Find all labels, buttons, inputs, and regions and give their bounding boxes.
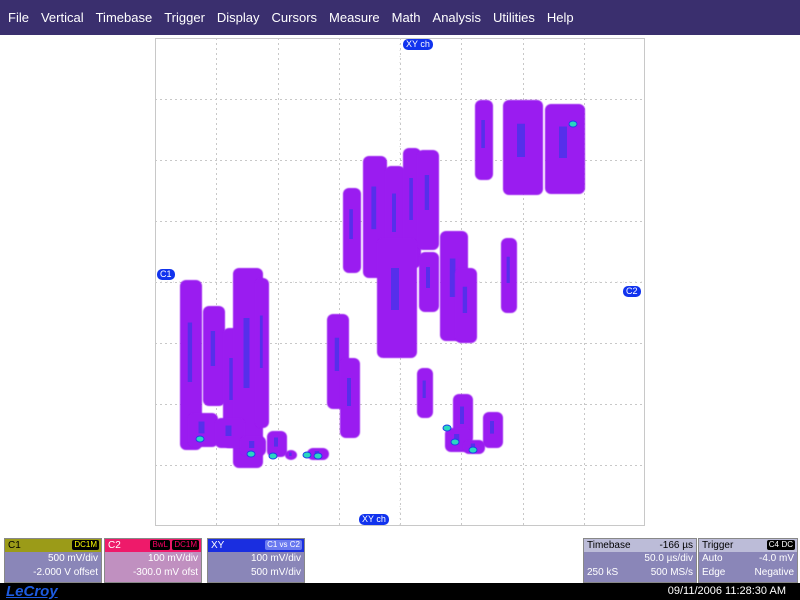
trace-core [259, 315, 263, 368]
timebase-div: 50.0 µs/div [644, 553, 693, 564]
timebase-descriptor[interactable]: Timebase -166 µs 50.0 µs/div 250 kS 500 … [583, 538, 697, 583]
trigger-label: Trigger [702, 540, 734, 551]
trace-peak [246, 450, 256, 458]
trace-core [349, 209, 353, 239]
xy-label: XY [211, 540, 225, 551]
trace-peak [450, 438, 460, 446]
trace-core [409, 178, 413, 220]
trace-core [334, 337, 340, 371]
trace-peak [302, 451, 312, 459]
trace-peak [313, 452, 323, 460]
trace-peak [468, 446, 478, 454]
trace-peak [268, 452, 278, 460]
trace-core [449, 258, 456, 297]
timebase-delay: -166 µs [659, 540, 693, 551]
datetime: 09/11/2006 11:28:30 AM [667, 585, 786, 597]
c1-descriptor[interactable]: C1 DC1M 500 mV/div -2.000 V offset [4, 538, 102, 583]
menu-vertical[interactable]: Vertical [35, 0, 90, 35]
c2-scale: 100 mV/div [147, 553, 198, 564]
timebase-label: Timebase [587, 540, 631, 551]
trace-peak [442, 424, 452, 432]
c1-label: C1 [8, 540, 21, 551]
trace-core [460, 406, 464, 424]
c1-coupling-badge: DC1M [72, 540, 99, 550]
trace-core [210, 331, 216, 366]
trace-core [229, 358, 233, 400]
menu-cursors[interactable]: Cursors [266, 0, 324, 35]
trace-core [274, 437, 278, 447]
menu-bar: File Vertical Timebase Trigger Display Cursor… [0, 0, 800, 35]
trace-core [426, 267, 430, 288]
menu-display[interactable]: Display [211, 0, 266, 35]
trace-core [462, 286, 468, 313]
trace-peak [568, 120, 578, 128]
trigger-descriptor[interactable]: Trigger C4 DC Auto -4.0 mV Edge Negative [698, 538, 798, 583]
xy-plot [155, 38, 645, 526]
menu-trigger[interactable]: Trigger [158, 0, 211, 35]
c2-coupling-badge: DC1M [172, 540, 199, 550]
right-marker[interactable]: C2 [623, 286, 641, 297]
status-footer: LeCroy 09/11/2006 11:28:30 AM [0, 583, 800, 600]
trace-core [371, 186, 377, 230]
menu-timebase[interactable]: Timebase [90, 0, 159, 35]
menu-math[interactable]: Math [386, 0, 427, 35]
timebase-rate: 500 MS/s [650, 567, 693, 578]
top-marker[interactable]: XY ch [403, 39, 433, 50]
trace-core [490, 421, 494, 434]
trace-core [422, 380, 426, 398]
trace-peak [195, 435, 205, 443]
xy-source-badge: C1 vs C2 [265, 540, 302, 550]
c2-offset: -300.0 mV ofst [132, 567, 198, 578]
persistence-trace [180, 100, 585, 468]
trace-core [347, 378, 351, 406]
trace-core [424, 175, 430, 210]
trigger-mode: Auto [702, 553, 723, 564]
timebase-samples: 250 kS [587, 567, 619, 578]
trace-core [289, 452, 292, 456]
bottom-marker[interactable]: XY ch [359, 514, 389, 525]
lecroy-logo: LeCroy [6, 583, 58, 600]
trace-core [187, 322, 193, 382]
trigger-coupling-badge: DC [779, 540, 795, 550]
menu-analysis[interactable]: Analysis [427, 0, 487, 35]
menu-measure[interactable]: Measure [323, 0, 386, 35]
trace-core [481, 120, 485, 148]
c1-offset: -2.000 V offset [33, 567, 98, 578]
trace-core [517, 123, 525, 157]
trace-core [243, 318, 250, 388]
trigger-type: Edge [702, 567, 726, 578]
c1-scale: 500 mV/div [47, 553, 98, 564]
trace-core [225, 425, 232, 436]
c2-descriptor[interactable]: C2 BwL DC1M 100 mV/div -300.0 mV ofst [104, 538, 202, 583]
menu-utilities[interactable]: Utilities [487, 0, 541, 35]
trace-core [392, 193, 396, 232]
c2-bw-badge: BwL [150, 540, 170, 550]
trigger-slope: Negative [754, 567, 794, 578]
trace-core [249, 441, 255, 448]
left-marker[interactable]: C1 [157, 269, 175, 280]
trigger-level: -4.0 mV [758, 553, 794, 564]
xy-display: XY ch C1 C2 XY ch [155, 38, 645, 526]
c2-label: C2 [108, 540, 121, 551]
menu-help[interactable]: Help [541, 0, 580, 35]
xy-scale-x: 500 mV/div [250, 567, 301, 578]
menu-file[interactable]: File [0, 0, 35, 35]
trace-core [506, 256, 510, 283]
trace-core [198, 421, 205, 434]
xy-descriptor[interactable]: XY C1 vs C2 100 mV/div 500 mV/div [207, 538, 305, 583]
trace-core [391, 268, 399, 310]
xy-scale-y: 100 mV/div [250, 553, 301, 564]
trace-core [559, 126, 567, 158]
